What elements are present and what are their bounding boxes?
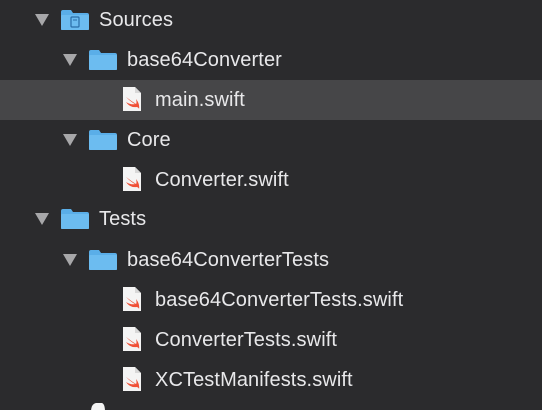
project-navigator: Sources base64Converter main.swift Core (0, 0, 542, 410)
folder-icon (89, 250, 117, 270)
disclosure-triangle-icon[interactable] (35, 14, 49, 26)
navigator-item-label: XCTestManifests.swift (155, 369, 353, 391)
swift-file-icon (123, 87, 141, 111)
folder-icon (61, 209, 89, 229)
disclosure-triangle-icon[interactable] (35, 213, 49, 225)
folder-icon (89, 130, 117, 150)
disclosure-triangle-icon[interactable] (63, 134, 77, 146)
swift-file-icon (123, 367, 141, 391)
navigator-row-base64converter[interactable]: base64Converter (0, 40, 542, 80)
navigator-row-tests[interactable]: Tests (0, 199, 542, 239)
disclosure-triangle-icon[interactable] (63, 254, 77, 266)
navigator-item-label: Tests (99, 208, 147, 230)
navigator-item-label: Sources (99, 9, 174, 31)
navigator-row-base64convertertests[interactable]: base64ConverterTests (0, 240, 542, 280)
navigator-row-core[interactable]: Core (0, 120, 542, 160)
navigator-item-label: base64ConverterTests (127, 249, 330, 271)
navigator-row-sources[interactable]: Sources (0, 0, 542, 40)
folder-icon (89, 50, 117, 70)
file-icon (91, 403, 105, 410)
navigator-item-label: Converter.swift (155, 169, 289, 191)
swift-file-icon (123, 327, 141, 351)
navigator-item-label: main.swift (155, 89, 245, 111)
navigator-row-xctestmanifests-swift[interactable]: XCTestManifests.swift (0, 360, 542, 400)
disclosure-triangle-icon[interactable] (63, 54, 77, 66)
navigator-item-label: ConverterTests.swift (155, 329, 338, 351)
swift-file-icon (123, 167, 141, 191)
navigator-row-converter-swift[interactable]: Converter.swift (0, 160, 542, 200)
navigator-row-main-swift[interactable]: main.swift (0, 80, 542, 120)
navigator-item-label: base64Converter (127, 49, 282, 71)
navigator-row-base64convertertests-swift[interactable]: base64ConverterTests.swift (0, 280, 542, 320)
swift-file-icon (123, 287, 141, 311)
navigator-item-label: base64ConverterTests.swift (155, 289, 404, 311)
group-folder-icon (61, 10, 89, 30)
navigator-row-convertertests-swift[interactable]: ConverterTests.swift (0, 320, 542, 360)
navigator-item-label: Core (127, 129, 171, 151)
